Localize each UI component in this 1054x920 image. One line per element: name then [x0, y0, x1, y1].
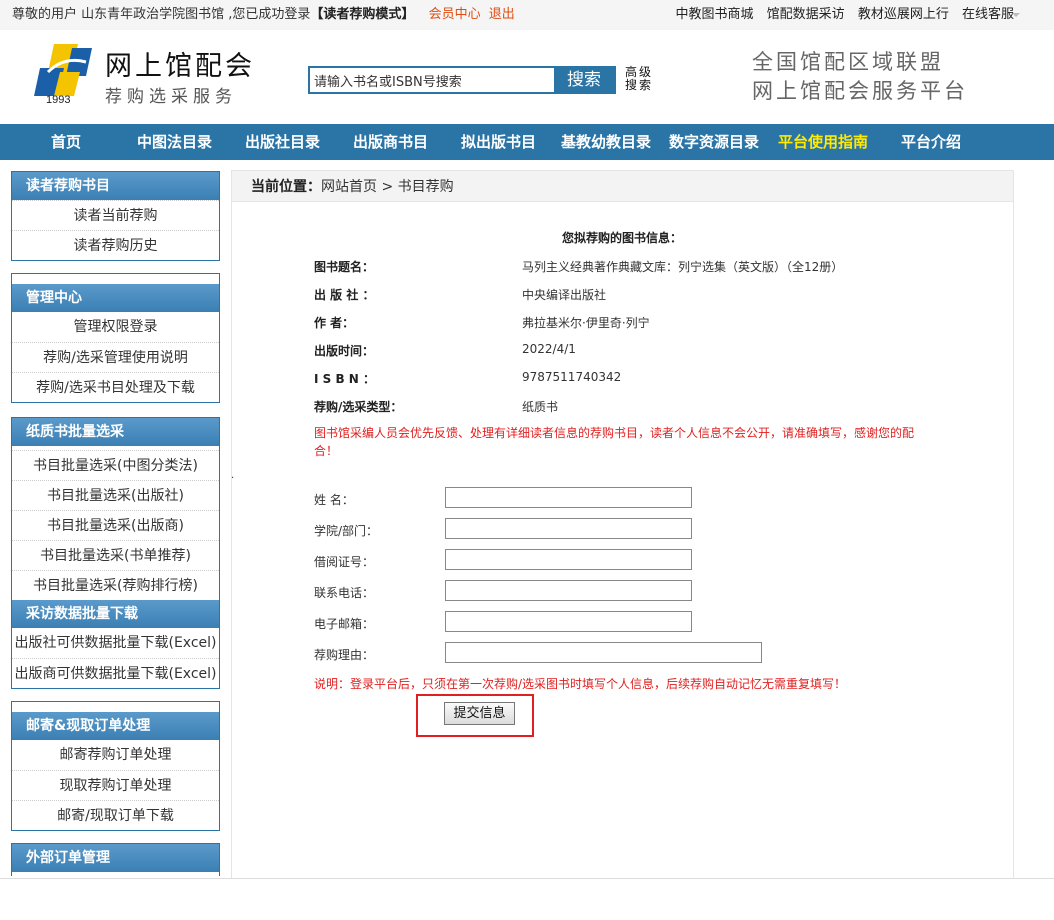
- breadcrumb-path: 网站首页 > 书目荐购: [321, 179, 454, 195]
- search-input[interactable]: [310, 68, 556, 92]
- breadcrumb: 当前位置：网站首页 > 书目荐购: [231, 170, 1014, 202]
- phone-field[interactable]: [445, 580, 692, 601]
- sidebar-item-download-publisher[interactable]: 出版社可供数据批量下载(Excel): [12, 628, 219, 658]
- name-label: 姓 名：: [314, 493, 354, 507]
- sidebar-batch-title: 纸质书批量选采: [12, 418, 219, 446]
- type-label: 荐购/选采类型：: [314, 400, 403, 414]
- type-value: 纸质书: [522, 400, 559, 414]
- logout-link[interactable]: 退出: [489, 7, 515, 22]
- sidebar-item-batch-ranking[interactable]: 书目批量选采(荐购排行榜): [12, 570, 219, 600]
- nav-platform-guide[interactable]: 平台使用指南: [778, 124, 868, 160]
- sidebar-admin-box: 管理中心 管理权限登录 荐购/选采管理使用说明 荐购/选采书目处理及下载: [11, 273, 220, 403]
- greeting-text: 尊敬的用户 山东青年政治学院图书馆 ,您已成功登录: [12, 7, 311, 22]
- sidebar-batch-box: 纸质书批量选采 书目批量选采(中图分类法) 书目批量选采(出版社) 书目批量选采…: [11, 417, 220, 689]
- sidebar-item-batch-distributor[interactable]: 书目批量选采(出版商): [12, 510, 219, 540]
- nav-platform-intro[interactable]: 平台介绍: [901, 124, 961, 160]
- advanced-search-link[interactable]: 高级搜索: [625, 66, 655, 92]
- publisher-value: 中央编译出版社: [522, 288, 607, 302]
- sidebar-item-order-download[interactable]: 邮寄/现取订单下载: [12, 800, 219, 830]
- department-field[interactable]: [445, 518, 692, 539]
- union-line-1: 全国馆配区域联盟: [752, 50, 944, 74]
- sidebar-mail-spacer: [12, 702, 219, 712]
- sidebar-item-admin-download[interactable]: 荐购/选采书目处理及下载: [12, 372, 219, 402]
- member-center-link[interactable]: 会员中心: [429, 7, 481, 22]
- sidebar-item-batch-publisher[interactable]: 书目批量选采(出版社): [12, 480, 219, 510]
- submit-button[interactable]: 提交信息: [444, 702, 515, 725]
- search-button[interactable]: 搜索: [554, 68, 614, 92]
- union-slogan: 全国馆配区域联盟 网上馆配会服务平台: [752, 48, 968, 106]
- sidebar-item-download-distributor[interactable]: 出版商可供数据批量下载(Excel): [12, 658, 219, 688]
- reason-label: 荐购理由：: [314, 648, 375, 662]
- book-info-title: 您拟荐购的图书信息：: [562, 231, 683, 245]
- top-link-acquisition[interactable]: 馆配数据采访: [767, 7, 845, 22]
- sidebar-admin-spacer: [12, 274, 219, 284]
- pub-date-label: 出版时间：: [314, 344, 375, 358]
- stray-dot: .: [231, 470, 235, 481]
- pub-date-value: 2022/4/1: [522, 342, 576, 356]
- logo-year: 1993: [46, 94, 71, 106]
- logo-title: 网上馆配会: [105, 51, 255, 82]
- bottom-divider: [0, 878, 1054, 879]
- author-label: 作 者：: [314, 316, 355, 330]
- content-panel: [231, 202, 1014, 878]
- card-no-field[interactable]: [445, 549, 692, 570]
- email-label: 电子邮箱：: [314, 617, 375, 631]
- sidebar-item-batch-clc[interactable]: 书目批量选采(中图分类法): [12, 450, 219, 480]
- sidebar-item-pickup-orders[interactable]: 现取荐购订单处理: [12, 770, 219, 800]
- sidebar-external-box: 外部订单管理: [11, 843, 220, 876]
- nav-home[interactable]: 首页: [51, 124, 81, 160]
- nav-publisher-catalog[interactable]: 出版社目录: [245, 124, 320, 160]
- email-field[interactable]: [445, 611, 692, 632]
- isbn-label: I S B N ：: [314, 372, 376, 386]
- sidebar-item-mail-orders[interactable]: 邮寄荐购订单处理: [12, 740, 219, 770]
- isbn-value: 9787511740342: [522, 370, 622, 384]
- sidebar-mail-box: 邮寄&现取订单处理 邮寄荐购订单处理 现取荐购订单处理 邮寄/现取订单下载: [11, 701, 220, 831]
- breadcrumb-label: 当前位置：: [251, 179, 321, 195]
- sidebar-item-current[interactable]: 读者当前荐购: [12, 200, 219, 230]
- nav-k12-catalog[interactable]: 基教幼教目录: [561, 124, 651, 160]
- sidebar-item-admin-guide[interactable]: 荐购/选采管理使用说明: [12, 342, 219, 372]
- chevron-down-icon[interactable]: [1012, 13, 1020, 17]
- top-link-service[interactable]: 在线客服: [962, 7, 1014, 22]
- sidebar-item-history[interactable]: 读者荐购历史: [12, 230, 219, 260]
- sidebar-reader-title: 读者荐购书目: [12, 172, 219, 200]
- sidebar-download-title: 采访数据批量下载: [12, 600, 219, 628]
- author-value: 弗拉基米尔·伊里奇·列宁: [522, 316, 650, 330]
- site-header: 1993 网上馆配会 荐购选采服务 搜索 高级搜索 全国馆配区域联盟 网上馆配会…: [0, 30, 1054, 124]
- book-title-value: 马列主义经典著作典藏文库：列宁选集（英文版）（全12册）: [522, 260, 844, 274]
- sidebar-item-batch-booklist[interactable]: 书目批量选采(书单推荐): [12, 540, 219, 570]
- top-link-textbook[interactable]: 教材巡展网上行: [858, 7, 949, 22]
- nav-digital-catalog[interactable]: 数字资源目录: [669, 124, 759, 160]
- main-nav: 首页 中图法目录 出版社目录 出版商书目 拟出版书目 基教幼教目录 数字资源目录…: [0, 124, 1054, 160]
- nav-clc-catalog[interactable]: 中图法目录: [137, 124, 212, 160]
- search-box: 搜索: [308, 66, 616, 94]
- sidebar-reader-box: 读者荐购书目 读者当前荐购 读者荐购历史: [11, 171, 220, 261]
- phone-label: 联系电话：: [314, 586, 375, 600]
- login-status: 尊敬的用户 山东青年政治学院图书馆 ,您已成功登录【读者荐购模式】 会员中心 退…: [12, 0, 515, 30]
- sidebar-admin-title: 管理中心: [12, 284, 219, 312]
- logo-subtitle: 荐购选采服务: [105, 87, 237, 107]
- department-label: 学院/部门：: [314, 524, 379, 538]
- privacy-notice: 图书馆采编人员会优先反馈、处理有详细读者信息的荐购书目，读者个人信息不会公开，请…: [314, 426, 915, 458]
- form-note: 说明：登录平台后，只须在第一次荐购/选采图书时填写个人信息，后续荐购自动记忆无需…: [314, 677, 847, 691]
- top-links: 中教图书商城 馆配数据采访 教材巡展网上行 在线客服: [667, 0, 1014, 30]
- publisher-label: 出 版 社 ：: [314, 288, 375, 302]
- nav-forthcoming-catalog[interactable]: 拟出版书目: [461, 124, 536, 160]
- sidebar-item-admin-login[interactable]: 管理权限登录: [12, 312, 219, 342]
- book-title-label: 图书题名：: [314, 260, 375, 274]
- top-link-mall[interactable]: 中教图书商城: [676, 7, 754, 22]
- union-line-2: 网上馆配会服务平台: [752, 79, 968, 103]
- card-no-label: 借阅证号：: [314, 555, 375, 569]
- logo-icon[interactable]: [34, 42, 92, 98]
- reason-field[interactable]: [445, 642, 762, 663]
- sidebar-mail-title: 邮寄&现取订单处理: [12, 712, 219, 740]
- mode-label: 【读者荐购模式】: [310, 7, 415, 22]
- nav-distributor-catalog[interactable]: 出版商书目: [353, 124, 428, 160]
- name-field[interactable]: [445, 487, 692, 508]
- sidebar-external-title[interactable]: 外部订单管理: [12, 844, 219, 872]
- top-bar: 尊敬的用户 山东青年政治学院图书馆 ,您已成功登录【读者荐购模式】 会员中心 退…: [0, 0, 1054, 30]
